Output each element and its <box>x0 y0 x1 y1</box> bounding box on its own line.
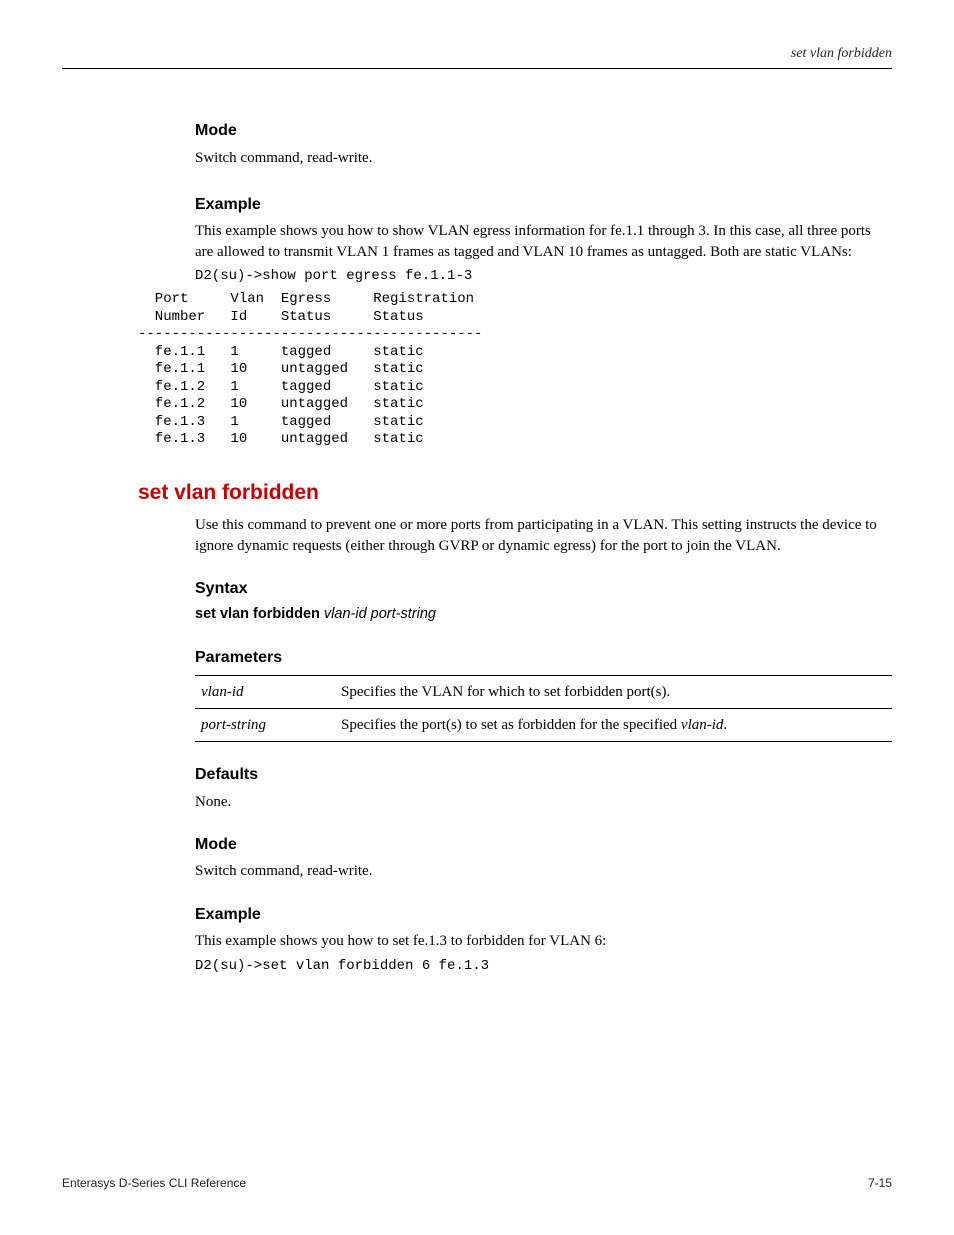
heading-mode: Mode <box>195 120 892 142</box>
example-command: D2(su)->show port egress fe.1.1-3 <box>195 268 892 286</box>
example-intro-2: This example shows you how to set fe.1.3… <box>195 931 892 951</box>
param-desc: Specifies the port(s) to set as forbidde… <box>335 708 892 741</box>
defaults-text: None. <box>195 792 892 812</box>
syntax-arg: vlan-id <box>324 606 367 622</box>
syntax-arg: port-string <box>371 606 436 622</box>
footer-left: Enterasys D-Series CLI Reference <box>62 1175 246 1191</box>
param-desc: Specifies the VLAN for which to set forb… <box>335 675 892 708</box>
example-output: Port Vlan Egress Registration Number Id … <box>138 291 892 449</box>
heading-syntax: Syntax <box>195 578 892 600</box>
mode-text: Switch command, read-write. <box>195 148 892 168</box>
param-desc-text: . <box>723 717 727 733</box>
syntax-keyword: set vlan forbidden <box>195 606 320 622</box>
param-term: vlan-id <box>195 675 335 708</box>
heading-example: Example <box>195 194 892 216</box>
parameters-table: vlan-id Specifies the VLAN for which to … <box>195 675 892 743</box>
heading-example-2: Example <box>195 904 892 926</box>
header-rule <box>62 68 892 69</box>
param-term: port-string <box>195 708 335 741</box>
table-row: port-string Specifies the port(s) to set… <box>195 708 892 741</box>
footer-page-number: 7-15 <box>868 1175 892 1191</box>
running-header: set vlan forbidden <box>791 45 892 64</box>
table-row: vlan-id Specifies the VLAN for which to … <box>195 675 892 708</box>
mode-text-2: Switch command, read-write. <box>195 861 892 881</box>
page-footer: Enterasys D-Series CLI Reference 7-15 <box>62 1175 892 1191</box>
command-heading: set vlan forbidden <box>138 479 892 507</box>
syntax-line: set vlan forbidden vlan-id port-string <box>195 605 892 625</box>
command-description: Use this command to prevent one or more … <box>195 515 892 556</box>
example-command-2: D2(su)->set vlan forbidden 6 fe.1.3 <box>195 958 892 976</box>
param-desc-italic: vlan-id <box>681 717 724 733</box>
heading-parameters: Parameters <box>195 647 892 669</box>
example-intro: This example shows you how to show VLAN … <box>195 221 892 262</box>
page-content: Mode Switch command, read-write. Example… <box>195 100 892 975</box>
param-desc-text: Specifies the port(s) to set as forbidde… <box>341 717 681 733</box>
heading-defaults: Defaults <box>195 764 892 786</box>
heading-mode-2: Mode <box>195 834 892 856</box>
